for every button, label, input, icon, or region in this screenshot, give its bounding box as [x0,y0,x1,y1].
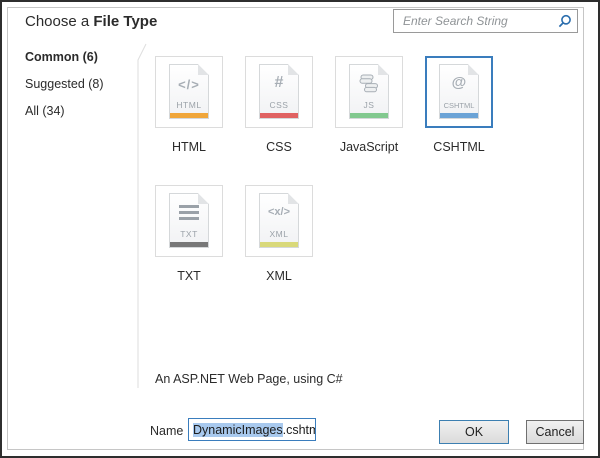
js-file-icon: JS [349,64,389,119]
tile-css[interactable]: # CSS [245,56,313,128]
icon-type-text: JS [350,100,388,110]
file-type-description: An ASP.NET Web Page, using C# [155,372,343,386]
tile-label-cshtml: CSHTML [424,140,494,154]
txt-color-bar [170,242,208,247]
icon-type-text: HTML [170,100,208,110]
choose-file-type-dialog: Choose a File Type Common (6) Suggested … [0,0,600,458]
name-value-selected-text: DynamicImages [193,423,283,437]
sidebar-item-all[interactable]: All (34) [25,104,65,118]
search-icon[interactable] [556,13,573,30]
sidebar-item-suggested[interactable]: Suggested (8) [25,77,104,91]
tile-label-javascript: JavaScript [334,140,404,154]
xml-file-icon: <x/> XML [259,193,299,248]
xml-symbol: <x/> [260,206,298,218]
tile-cshtml-selected[interactable]: @ CSHTML [425,56,493,128]
tile-label-xml: XML [244,269,314,283]
html-file-icon: </> HTML [169,64,209,119]
icon-type-text: CSS [260,100,298,110]
page-title-bold: File Type [93,13,157,30]
cshtml-file-icon: @ CSHTML [439,64,479,119]
tile-html[interactable]: </> HTML [155,56,223,128]
icon-type-text: CSHTML [440,101,478,110]
cshtml-color-bar [440,113,478,118]
js-scroll-icon [350,74,388,99]
cshtml-symbol: @ [440,74,478,91]
xml-color-bar [260,242,298,247]
html-symbol: </> [170,77,208,92]
icon-type-text: TXT [170,229,208,239]
search-input[interactable] [401,13,556,29]
tile-xml[interactable]: <x/> XML [245,185,313,257]
tile-label-css: CSS [244,140,314,154]
txt-file-icon: TXT [169,193,209,248]
icon-type-text: XML [260,229,298,239]
page-title-prefix: Choose a [25,13,93,30]
page-title: Choose a File Type [25,13,157,30]
tile-txt[interactable]: TXT [155,185,223,257]
tile-javascript[interactable]: JS [335,56,403,128]
name-input[interactable]: DynamicImages.cshtml [188,418,316,441]
search-box[interactable] [393,9,578,33]
sidebar-item-common[interactable]: Common (6) [25,50,98,64]
js-color-bar [350,113,388,118]
text-lines-icon [170,205,208,223]
html-color-bar [170,113,208,118]
cancel-button[interactable]: Cancel [526,420,584,444]
name-label: Name [150,424,183,438]
name-value-extension: .cshtml [283,423,316,437]
ok-button[interactable]: OK [439,420,509,444]
css-color-bar [260,113,298,118]
tile-label-html: HTML [154,140,224,154]
tile-label-txt: TXT [154,269,224,283]
css-file-icon: # CSS [259,64,299,119]
css-symbol: # [260,74,298,92]
